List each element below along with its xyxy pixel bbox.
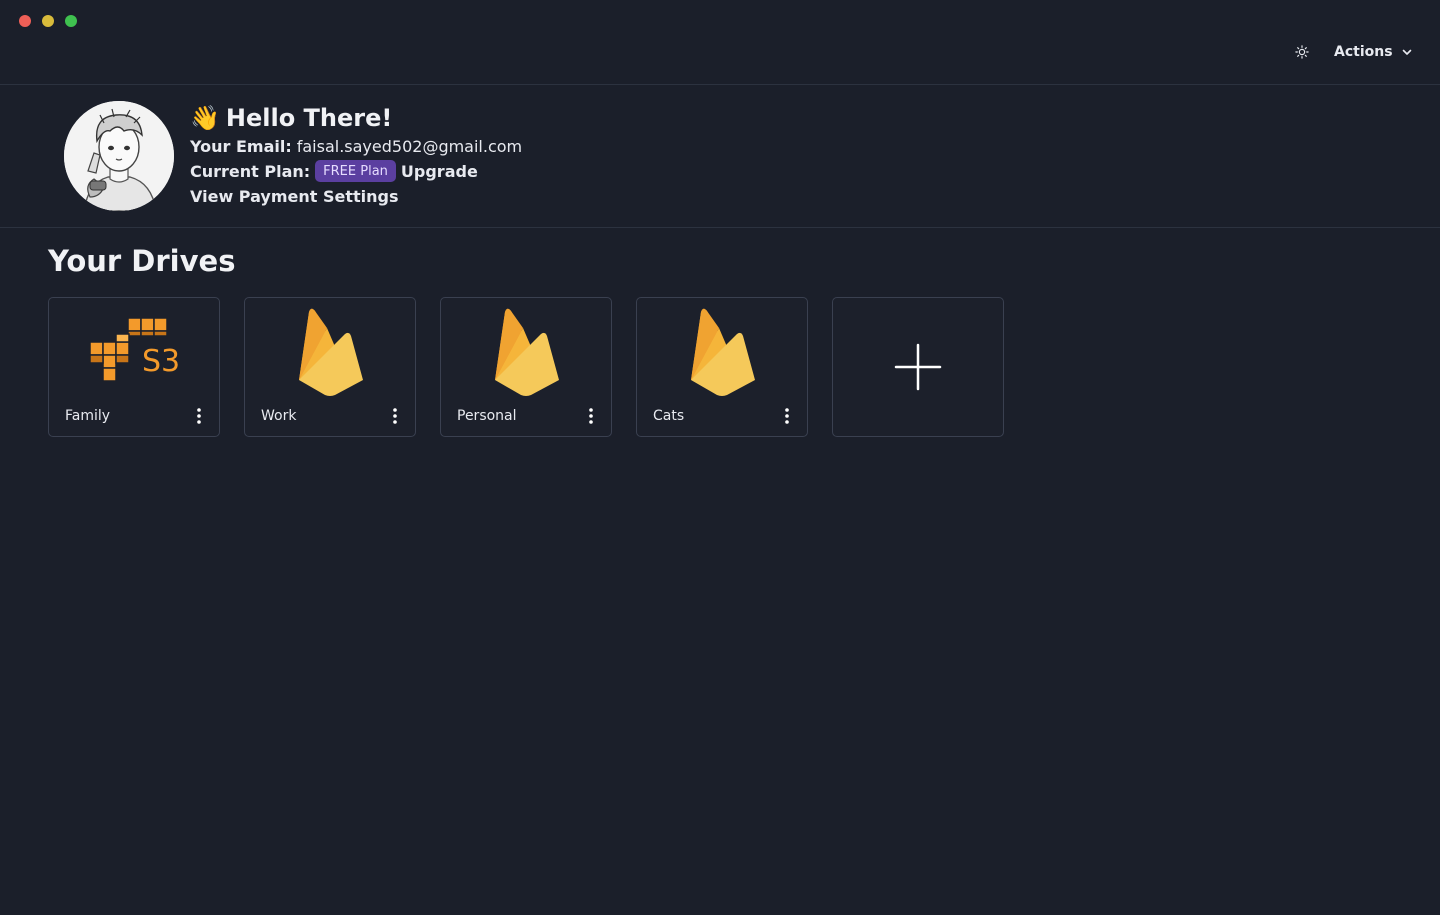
payment-row: View Payment Settings [190, 184, 522, 208]
drives-grid: S3 Family Work Personal Cats [48, 297, 1004, 437]
firebase-icon [441, 304, 611, 396]
view-payment-settings-link[interactable]: View Payment Settings [190, 187, 398, 206]
more-vertical-icon [197, 408, 201, 424]
email-label: Your Email: [190, 136, 292, 156]
greeting: 👋 Hello There! [190, 103, 522, 133]
minimize-window-button[interactable] [42, 15, 54, 27]
drive-card-cats[interactable]: Cats [636, 297, 808, 437]
avatar [64, 101, 174, 211]
drive-options-button[interactable] [387, 408, 403, 428]
more-vertical-icon [785, 408, 789, 424]
avatar-sketch [64, 101, 174, 211]
drive-options-button[interactable] [191, 408, 207, 428]
plan-label: Current Plan: [190, 161, 311, 181]
svg-text:S3: S3 [142, 344, 180, 379]
chevron-down-icon [1402, 49, 1411, 55]
more-vertical-icon [393, 408, 397, 424]
actions-menu-button[interactable]: Actions [1326, 38, 1421, 66]
email-row: Your Email: faisal.sayed502@gmail.com [190, 134, 522, 158]
window-controls [19, 15, 77, 27]
firebase-icon [245, 304, 415, 396]
profile-section: 👋 Hello There! Your Email: faisal.sayed5… [0, 85, 1440, 228]
title-bar: Actions [0, 0, 1440, 85]
drive-options-button[interactable] [779, 408, 795, 428]
drive-name: Family [65, 408, 111, 424]
greeting-text: Hello There! [225, 104, 393, 132]
plus-icon [894, 343, 942, 391]
drive-name: Personal [457, 408, 517, 424]
aws-s3-icon: S3 [49, 304, 219, 396]
drive-card-work[interactable]: Work [244, 297, 416, 437]
firebase-icon [637, 304, 807, 396]
actions-label: Actions [1334, 44, 1393, 60]
drive-options-button[interactable] [583, 408, 599, 428]
maximize-window-button[interactable] [65, 15, 77, 27]
drive-name: Work [261, 408, 297, 424]
upgrade-link[interactable]: Upgrade [401, 162, 478, 181]
close-window-button[interactable] [19, 15, 31, 27]
drive-name: Cats [653, 408, 685, 424]
drives-title: Your Drives [48, 244, 236, 278]
plan-badge: FREE Plan [315, 160, 396, 182]
profile-info: 👋 Hello There! Your Email: faisal.sayed5… [190, 103, 522, 208]
plan-row: Current Plan: FREE Plan Upgrade [190, 159, 522, 183]
email-value: faisal.sayed502@gmail.com [296, 136, 523, 156]
sun-icon [1295, 45, 1309, 59]
add-drive-button[interactable] [832, 297, 1004, 437]
waving-hand-emoji: 👋 [190, 104, 220, 132]
more-vertical-icon [589, 408, 593, 424]
drive-card-family[interactable]: S3 Family [48, 297, 220, 437]
theme-toggle-button[interactable] [1292, 42, 1312, 62]
drive-card-personal[interactable]: Personal [440, 297, 612, 437]
